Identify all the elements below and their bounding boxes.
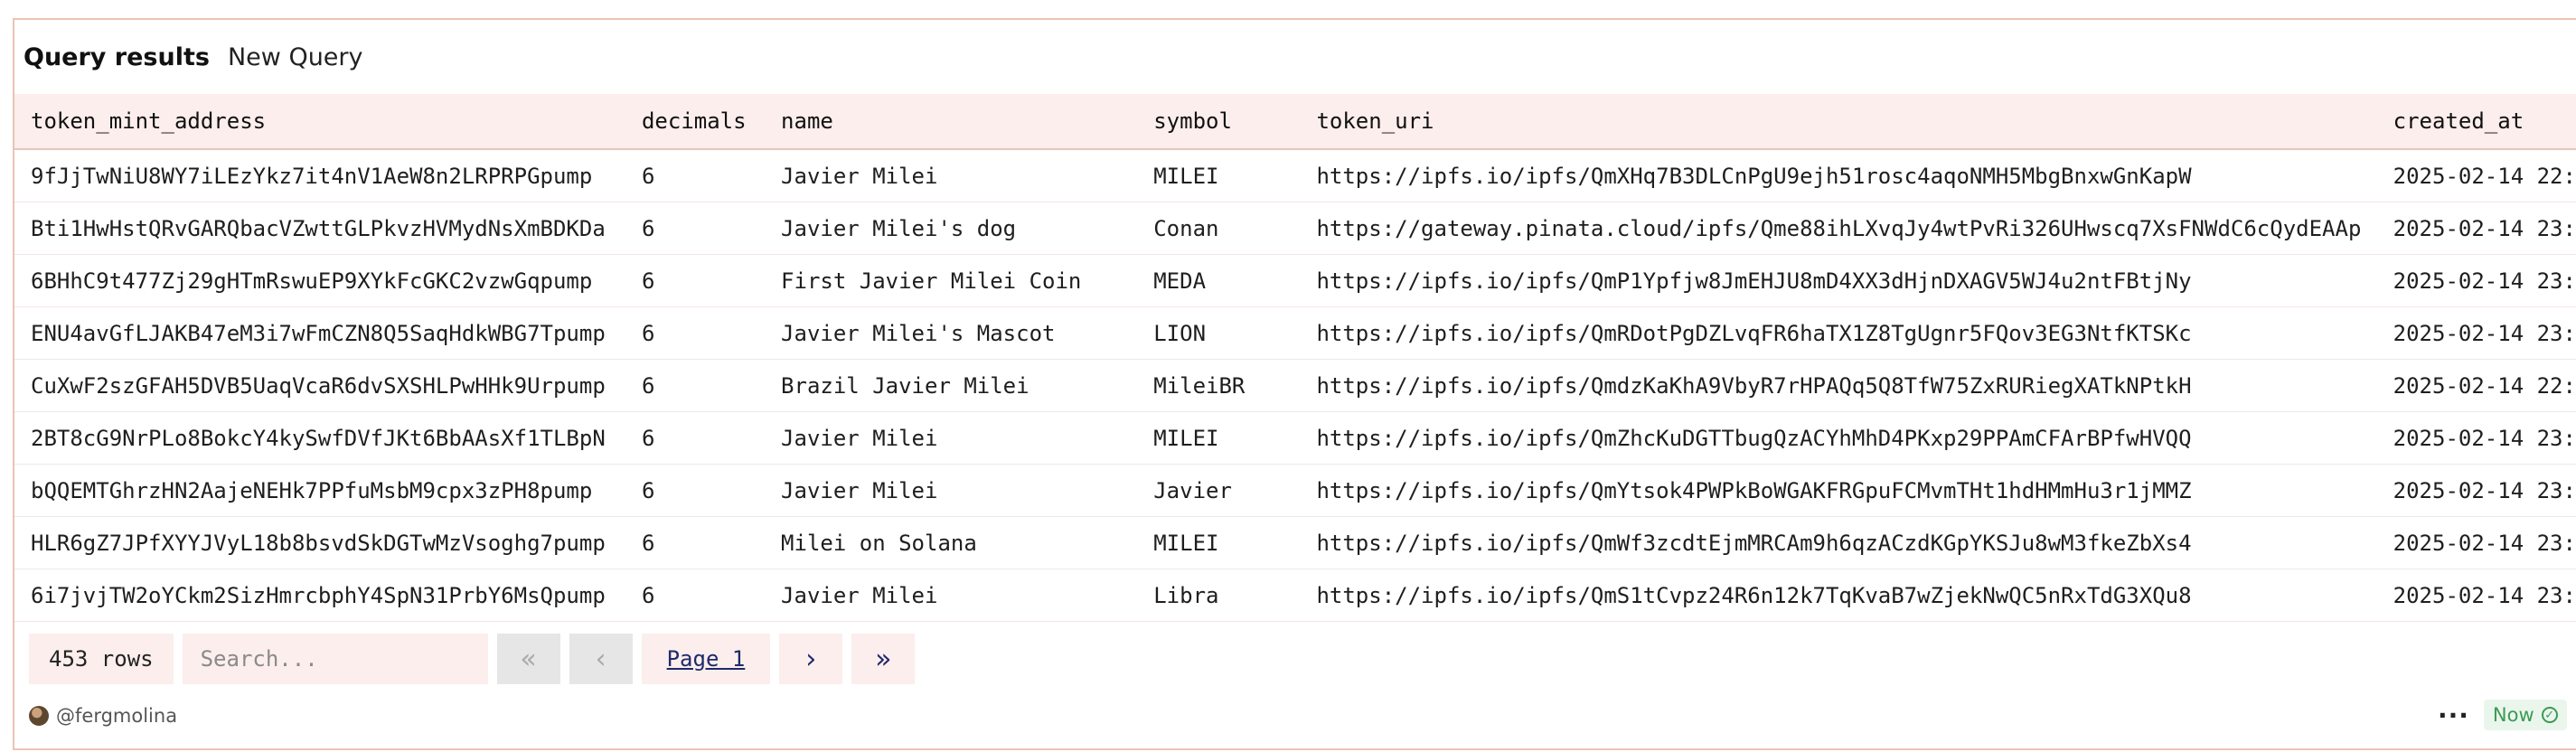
status-text: Now xyxy=(2492,704,2534,726)
table-cell: Milei on Solana xyxy=(765,516,1138,569)
table-cell: 2025-02-14 23: xyxy=(2376,202,2576,255)
table-cell: 6i7jvjTW2oYCkm2SizHmrcbphY4SpN31PrbY6MsQ… xyxy=(14,569,625,622)
table-cell: Libra xyxy=(1137,569,1301,622)
table-cell: CuXwF2szGFAH5DVB5UaqVcaR6dvSXSHLPwHHk9Ur… xyxy=(14,359,625,412)
table-cell: HLR6gZ7JPfXYYJVyL18b8bsvdSkDGTwMzVsoghg7… xyxy=(14,516,625,569)
column-header[interactable]: created_at xyxy=(2376,94,2576,150)
table-cell: 2025-02-14 22: xyxy=(2376,359,2576,412)
tab-new-query[interactable]: New Query xyxy=(228,43,363,71)
table-cell: LION xyxy=(1137,306,1301,360)
table-row: CuXwF2szGFAH5DVB5UaqVcaR6dvSXSHLPwHHk9Ur… xyxy=(14,359,2576,412)
current-page-button[interactable]: Page 1 xyxy=(641,634,771,684)
column-header[interactable]: decimals xyxy=(625,94,766,150)
table-row: ENU4avGfLJAKB47eM3i7wFmCZN8Q5SaqHdkWBG7T… xyxy=(14,306,2576,360)
tab-query-results[interactable]: Query results xyxy=(24,43,210,71)
table-cell: First Javier Milei Coin xyxy=(765,254,1138,307)
table-cell: bQQEMTGhrzHN2AajeNEHk7PPfuMsbM9cpx3zPH8p… xyxy=(14,464,625,517)
table-cell: 2025-02-14 23: xyxy=(2376,306,2576,360)
table-cell: 6 xyxy=(625,202,766,255)
table-cell: https://ipfs.io/ipfs/QmWf3zcdtEjmMRCAm9h… xyxy=(1300,516,2377,569)
table-cell: Javier Milei xyxy=(765,149,1138,202)
table-cell: MEDA xyxy=(1137,254,1301,307)
table-cell: 2025-02-14 23: xyxy=(2376,516,2576,569)
status-badge: Now ✓ xyxy=(2483,700,2567,730)
table-cell: https://ipfs.io/ipfs/QmdzKaKhA9VbyR7rHPA… xyxy=(1300,359,2377,412)
column-header[interactable]: token_mint_address xyxy=(14,94,625,150)
table-cell: 6 xyxy=(625,359,766,412)
table-cell: Conan xyxy=(1137,202,1301,255)
table-cell: 2025-02-14 23: xyxy=(2376,569,2576,622)
table-row: 6BHhC9t477Zj29gHTmRswuEP9XYkFcGKC2vzwGqp… xyxy=(14,254,2576,307)
table-row: 6i7jvjTW2oYCkm2SizHmrcbphY4SpN31PrbY6MsQ… xyxy=(14,569,2576,622)
column-header[interactable]: symbol xyxy=(1137,94,1301,150)
last-page-button[interactable]: » xyxy=(851,634,916,684)
avatar xyxy=(29,706,49,726)
table-cell: https://gateway.pinata.cloud/ipfs/Qme88i… xyxy=(1300,202,2377,255)
double-chevron-right-icon: » xyxy=(875,643,892,675)
table-cell: https://ipfs.io/ipfs/QmP1Ypfjw8JmEHJU8mD… xyxy=(1300,254,2377,307)
table-cell: https://ipfs.io/ipfs/QmS1tCvpz24R6n12k7T… xyxy=(1300,569,2377,622)
row-count-badge: 453 rows xyxy=(29,634,174,684)
table-cell: 6 xyxy=(625,516,766,569)
table-cell: https://ipfs.io/ipfs/QmZhcKuDGTTbugQzACY… xyxy=(1300,411,2377,465)
table-cell: 6 xyxy=(625,149,766,202)
table-cell: MILEI xyxy=(1137,149,1301,202)
double-chevron-left-icon: « xyxy=(520,643,537,675)
previous-page-button[interactable]: ‹ xyxy=(569,634,633,684)
table-cell: 2BT8cG9NrPLo8BokcY4kySwfDVfJKt6BbAAsXf1T… xyxy=(14,411,625,465)
table-cell: 6BHhC9t477Zj29gHTmRswuEP9XYkFcGKC2vzwGqp… xyxy=(14,254,625,307)
table-row: bQQEMTGhrzHN2AajeNEHk7PPfuMsbM9cpx3zPH8p… xyxy=(14,464,2576,517)
more-horizontal-icon[interactable]: ··· xyxy=(2438,700,2469,730)
table-cell: Bti1HwHstQRvGARQbacVZwttGLPkvzHVMydNsXmB… xyxy=(14,202,625,255)
next-page-button[interactable]: › xyxy=(779,634,843,684)
table-cell: 2025-02-14 23: xyxy=(2376,411,2576,465)
column-header[interactable]: token_uri xyxy=(1300,94,2377,150)
first-page-button[interactable]: « xyxy=(496,634,560,684)
footer-actions: ··· Now ✓ xyxy=(2438,700,2567,730)
search-input[interactable] xyxy=(182,634,488,684)
table-cell: 6 xyxy=(625,569,766,622)
table-header-row: token_mint_address decimals name symbol … xyxy=(14,94,2576,150)
table-cell: https://ipfs.io/ipfs/QmYtsok4PWPkBoWGAKF… xyxy=(1300,464,2377,517)
author-handle[interactable]: @fergmolina xyxy=(56,705,177,727)
table-row: 9fJjTwNiU8WY7iLEzYkz7it4nV1AeW8n2LRPRPGp… xyxy=(14,149,2576,202)
table-cell: 9fJjTwNiU8WY7iLEzYkz7it4nV1AeW8n2LRPRPGp… xyxy=(14,149,625,202)
table-cell: Javier Milei xyxy=(765,569,1138,622)
table-cell: https://ipfs.io/ipfs/QmRDotPgDZLvqFR6haT… xyxy=(1300,306,2377,360)
column-header[interactable]: name xyxy=(765,94,1138,150)
table-cell: 6 xyxy=(625,254,766,307)
table-cell: Javier Milei's dog xyxy=(765,202,1138,255)
results-table: token_mint_address decimals name symbol … xyxy=(14,94,2576,622)
table-cell: Brazil Javier Milei xyxy=(765,359,1138,412)
table-row: Bti1HwHstQRvGARQbacVZwttGLPkvzHVMydNsXmB… xyxy=(14,202,2576,255)
table-cell: 2025-02-14 23: xyxy=(2376,464,2576,517)
chevron-left-icon: ‹ xyxy=(595,643,606,675)
table-cell: 2025-02-14 23: xyxy=(2376,254,2576,307)
table-cell: MileiBR xyxy=(1137,359,1301,412)
panel-tabs: Query results New Query xyxy=(24,34,363,80)
table-row: HLR6gZ7JPfXYYJVyL18b8bsvdSkDGTwMzVsoghg7… xyxy=(14,516,2576,569)
table-cell: 2025-02-14 22: xyxy=(2376,149,2576,202)
chevron-right-icon: › xyxy=(805,643,817,675)
check-circle-icon: ✓ xyxy=(2541,707,2558,723)
table-cell: https://ipfs.io/ipfs/QmXHq7B3DLCnPgU9ejh… xyxy=(1300,149,2377,202)
query-results-panel: Query results New Query token_mint_addre… xyxy=(13,18,2576,750)
table-cell: Javier Milei xyxy=(765,464,1138,517)
table-cell: Javier Milei's Mascot xyxy=(765,306,1138,360)
table-cell: ENU4avGfLJAKB47eM3i7wFmCZN8Q5SaqHdkWBG7T… xyxy=(14,306,625,360)
pagination-bar: 453 rows « ‹ Page 1 › » xyxy=(29,634,916,684)
table-cell: 6 xyxy=(625,306,766,360)
table-cell: MILEI xyxy=(1137,516,1301,569)
author-info: @fergmolina xyxy=(29,705,177,727)
table-cell: 6 xyxy=(625,464,766,517)
table-cell: Javier Milei xyxy=(765,411,1138,465)
table-cell: MILEI xyxy=(1137,411,1301,465)
table-cell: 6 xyxy=(625,411,766,465)
table-row: 2BT8cG9NrPLo8BokcY4kySwfDVfJKt6BbAAsXf1T… xyxy=(14,411,2576,465)
table-cell: Javier xyxy=(1137,464,1301,517)
